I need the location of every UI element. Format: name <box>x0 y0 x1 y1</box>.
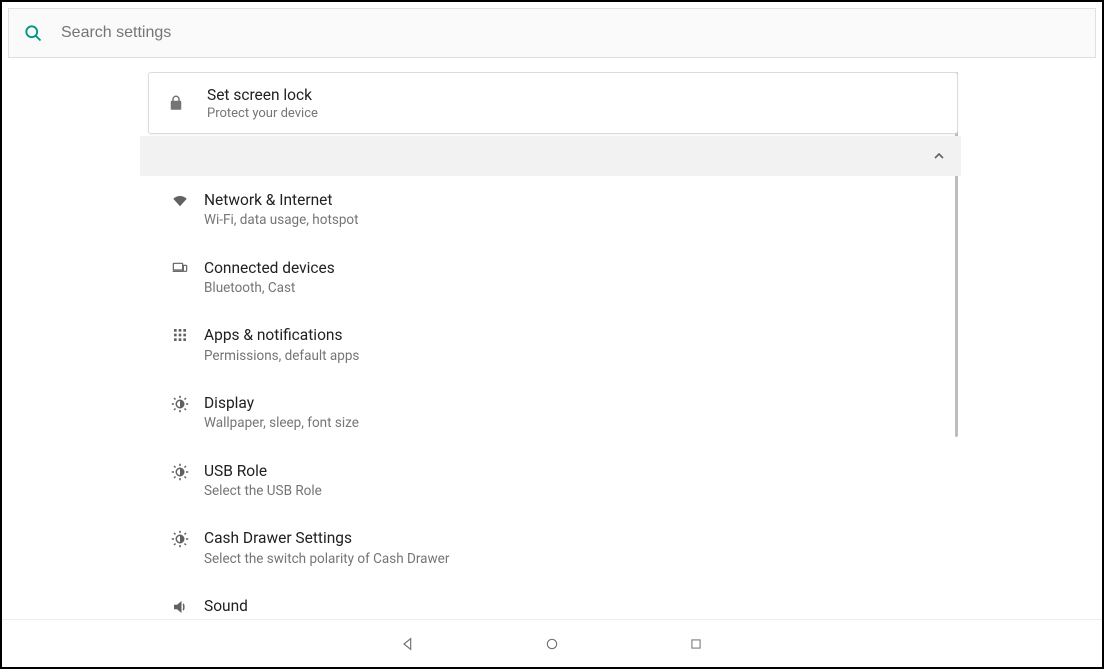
brightness-icon <box>160 461 200 481</box>
row-subtitle: Select the USB Role <box>204 483 322 501</box>
suggestion-card-screen-lock[interactable]: Set screen lock Protect your device <box>148 72 958 134</box>
row-title: Connected devices <box>204 258 335 278</box>
search-input[interactable] <box>61 24 1081 42</box>
settings-row-display[interactable]: Display Wallpaper, sleep, font size <box>140 379 961 447</box>
row-subtitle: Wallpaper, sleep, font size <box>204 415 359 433</box>
row-title: USB Role <box>204 461 322 481</box>
nav-home-button[interactable] <box>540 632 564 656</box>
brightness-icon <box>160 528 200 548</box>
android-nav-bar <box>2 619 1102 667</box>
settings-row-cash-drawer[interactable]: Cash Drawer Settings Select the switch p… <box>140 514 961 582</box>
row-title: Network & Internet <box>204 190 359 210</box>
settings-row-network[interactable]: Network & Internet Wi-Fi, data usage, ho… <box>140 176 961 244</box>
settings-row-sound[interactable]: Sound Volume, vibration, Do Not Disturb <box>140 582 961 617</box>
search-bar[interactable] <box>8 8 1096 58</box>
settings-row-apps[interactable]: Apps & notifications Permissions, defaul… <box>140 311 961 379</box>
sound-icon <box>160 596 200 616</box>
devices-icon <box>160 258 200 276</box>
nav-back-button[interactable] <box>396 632 420 656</box>
row-title: Cash Drawer Settings <box>204 528 449 548</box>
row-subtitle: Permissions, default apps <box>204 348 359 366</box>
settings-list: Network & Internet Wi-Fi, data usage, ho… <box>140 176 961 617</box>
wifi-icon <box>160 190 200 210</box>
chevron-up-icon <box>931 148 947 164</box>
row-subtitle: Wi-Fi, data usage, hotspot <box>204 212 359 230</box>
search-icon <box>23 23 43 43</box>
suggestion-collapse-bar[interactable] <box>140 136 961 176</box>
lock-icon <box>167 93 195 113</box>
row-subtitle: Select the switch polarity of Cash Drawe… <box>204 551 449 569</box>
suggestion-subtitle: Protect your device <box>207 106 318 121</box>
settings-row-connected-devices[interactable]: Connected devices Bluetooth, Cast <box>140 244 961 312</box>
row-title: Apps & notifications <box>204 325 359 345</box>
settings-content: Set screen lock Protect your device Netw… <box>2 64 1102 617</box>
apps-grid-icon <box>160 325 200 343</box>
row-title: Sound <box>204 596 402 616</box>
row-title: Display <box>204 393 359 413</box>
row-subtitle: Bluetooth, Cast <box>204 280 335 298</box>
brightness-icon <box>160 393 200 413</box>
suggestion-title: Set screen lock <box>207 86 318 104</box>
nav-recent-button[interactable] <box>684 632 708 656</box>
settings-row-usb-role[interactable]: USB Role Select the USB Role <box>140 447 961 515</box>
